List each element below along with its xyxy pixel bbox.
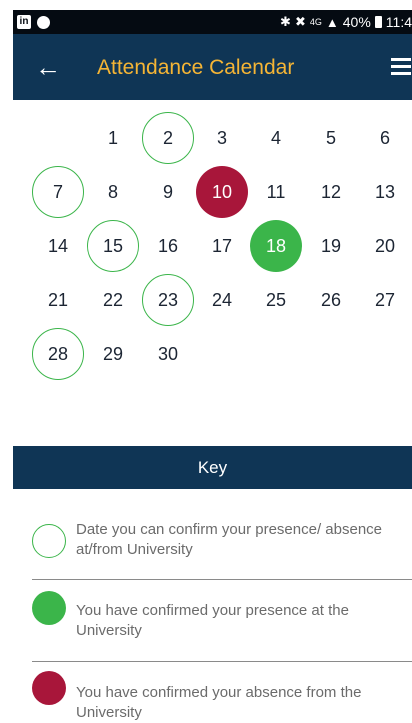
bluetooth-icon: ✱ [280, 14, 291, 29]
calendar-day[interactable]: 17 [196, 220, 248, 272]
app-header: ← Attendance Calendar [13, 34, 412, 100]
page-title: Attendance Calendar [97, 56, 295, 79]
calendar-day[interactable]: 15 [87, 220, 139, 272]
divider [32, 579, 412, 580]
calendar-day[interactable]: 18 [250, 220, 302, 272]
calendar-day[interactable]: 14 [32, 220, 84, 272]
calendar-day[interactable]: 26 [305, 274, 357, 326]
calendar-day[interactable]: 21 [32, 274, 84, 326]
signal-icon: ▲ [325, 14, 339, 30]
notification-icon [37, 15, 50, 29]
clock: 11:4 [385, 14, 412, 30]
calendar-day[interactable]: 25 [250, 274, 302, 326]
calendar-day[interactable]: 4 [250, 112, 302, 164]
network-label: 4G [309, 17, 322, 27]
calendar-day[interactable]: 11 [250, 166, 302, 218]
calendar-day[interactable]: 27 [359, 274, 411, 326]
green-circle-icon [32, 591, 66, 625]
linkedin-icon: in [17, 15, 31, 29]
key-item-text: You have confirmed your absence from the… [76, 684, 362, 721]
calendar-day[interactable]: 10 [196, 166, 248, 218]
calendar-day[interactable]: 23 [142, 274, 194, 326]
battery-percent: 40% [342, 14, 371, 30]
calendar-day[interactable]: 30 [142, 328, 194, 380]
outline-circle-icon [32, 524, 66, 558]
calendar-day[interactable]: 22 [87, 274, 139, 326]
status-bar: in ✱ ✖ 4G ▲ 40% 11:4 [13, 10, 412, 34]
key-item-text: Date you can confirm your presence/ abse… [76, 521, 382, 558]
calendar-day[interactable]: 8 [87, 166, 139, 218]
calendar-day[interactable]: 24 [196, 274, 248, 326]
calendar-day[interactable]: 20 [359, 220, 411, 272]
calendar-day[interactable]: 13 [359, 166, 411, 218]
key-header: Key [13, 446, 412, 489]
calendar-day[interactable]: 28 [32, 328, 84, 380]
calendar-day[interactable]: 3 [196, 112, 248, 164]
calendar-day[interactable]: 5 [305, 112, 357, 164]
key-item-text: You have confirmed your presence at the … [76, 602, 349, 639]
calendar-day[interactable]: 2 [142, 112, 194, 164]
back-arrow-icon[interactable]: ← [35, 52, 61, 82]
red-circle-icon [32, 671, 66, 705]
calendar-day[interactable]: 12 [305, 166, 357, 218]
mute-icon: ✖ [294, 14, 306, 29]
calendar-day[interactable]: 6 [359, 112, 411, 164]
calendar-day[interactable]: 7 [32, 166, 84, 218]
battery-icon [374, 16, 382, 28]
calendar-day[interactable]: 19 [305, 220, 357, 272]
calendar-day[interactable]: 1 [87, 112, 139, 164]
divider [32, 661, 412, 662]
calendar-day[interactable]: 29 [87, 328, 139, 380]
calendar-day[interactable]: 9 [142, 166, 194, 218]
calendar-day[interactable]: 16 [142, 220, 194, 272]
key-title: Key [197, 457, 228, 477]
hamburger-menu-icon[interactable] [391, 58, 411, 76]
